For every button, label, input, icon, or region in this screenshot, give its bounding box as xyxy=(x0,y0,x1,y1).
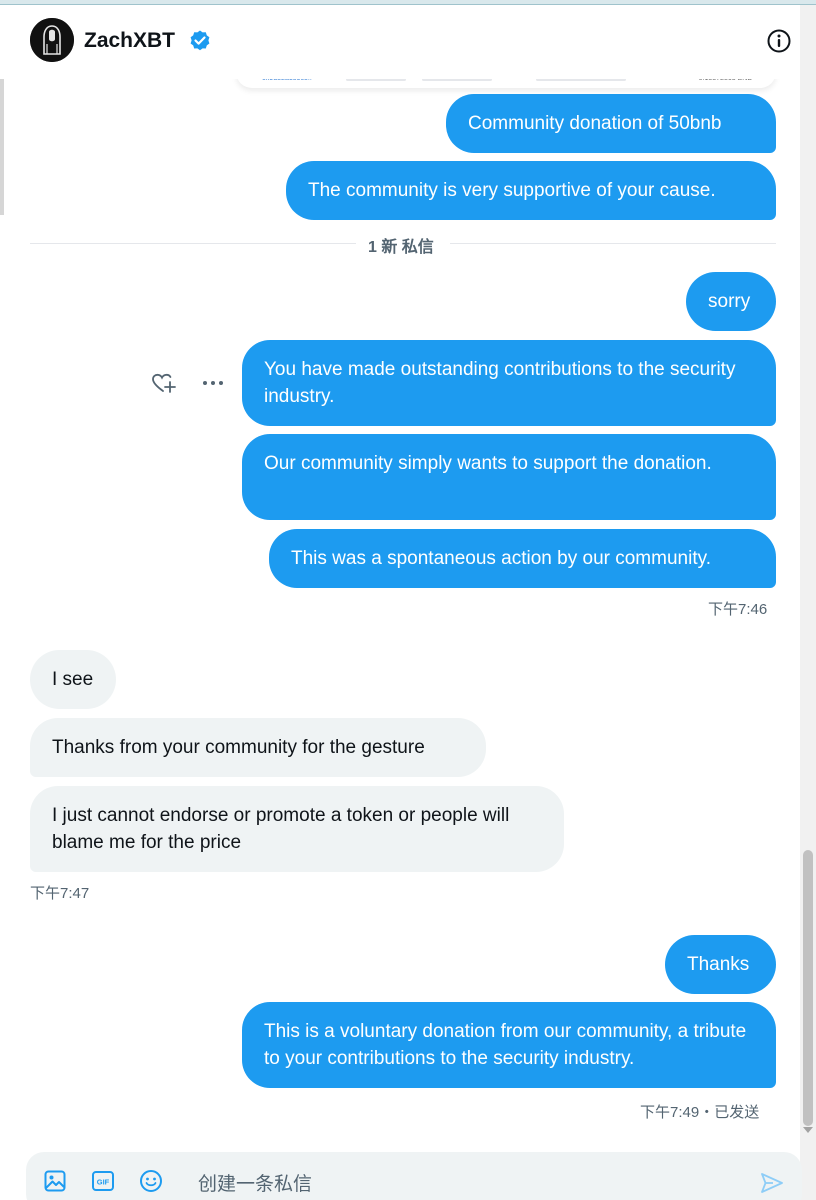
gif-icon[interactable]: GIF xyxy=(90,1168,116,1194)
message-input[interactable]: 创建一条私信 xyxy=(198,1169,312,1196)
image-icon[interactable] xyxy=(42,1168,68,1194)
message-outgoing[interactable]: This is a voluntary donation from our co… xyxy=(242,1002,776,1088)
divider-line xyxy=(30,243,356,244)
message-incoming[interactable]: I just cannot endorse or promote a token… xyxy=(30,786,564,872)
message-text: Community donation of 50bnb xyxy=(468,113,722,134)
message-text: You have made outstanding contributions … xyxy=(264,359,736,407)
message-text: The community is very supportive of your… xyxy=(308,180,716,201)
message-text: I just cannot endorse or promote a token… xyxy=(52,805,510,853)
message-outgoing[interactable]: The community is very supportive of your… xyxy=(286,161,776,220)
message-outgoing[interactable]: sorry xyxy=(686,272,776,331)
scroll-down-arrow-icon[interactable] xyxy=(803,1127,813,1133)
message-outgoing[interactable]: Thanks xyxy=(665,935,776,994)
message-timestamp: 下午7:46 xyxy=(708,601,768,618)
message-text: Thanks xyxy=(687,954,750,975)
message-timestamp: 下午7:47 xyxy=(30,885,90,902)
verified-badge-icon xyxy=(190,30,210,51)
more-options-icon[interactable] xyxy=(200,372,226,394)
message-outgoing[interactable]: Our community simply wants to support th… xyxy=(242,434,776,520)
message-text: This is a voluntary donation from our co… xyxy=(264,1021,747,1069)
svg-text:GIF: GIF xyxy=(97,1178,110,1187)
message-text: I see xyxy=(52,669,94,690)
ghost-figure-avatar-icon xyxy=(30,18,74,62)
message-text: Our community simply wants to support th… xyxy=(264,453,712,474)
message-timestamp-sent: 下午7:49・已发送 xyxy=(640,1104,760,1121)
add-reaction-icon[interactable] xyxy=(150,370,176,396)
message-outgoing[interactable]: Community donation of 50bnb xyxy=(446,94,776,153)
scrollbar-thumb[interactable] xyxy=(803,850,813,1126)
emoji-icon[interactable] xyxy=(138,1168,164,1194)
avatar[interactable] xyxy=(30,18,74,62)
message-text: sorry xyxy=(708,291,751,312)
message-outgoing[interactable]: You have made outstanding contributions … xyxy=(242,340,776,426)
message-outgoing[interactable]: This was a spontaneous action by our com… xyxy=(269,529,776,588)
info-icon[interactable] xyxy=(766,28,792,54)
message-composer: GIF 创建一条私信 xyxy=(26,1152,802,1200)
conversation-header: ZachXBT xyxy=(0,5,800,79)
divider-line xyxy=(450,243,776,244)
message-text: Thanks from your community for the gestu… xyxy=(52,737,425,758)
message-incoming[interactable]: Thanks from your community for the gestu… xyxy=(30,718,486,777)
message-incoming[interactable]: I see xyxy=(30,650,116,709)
contact-name[interactable]: ZachXBT xyxy=(84,29,175,53)
send-icon[interactable] xyxy=(759,1170,785,1196)
new-messages-divider: 1 新 私信 xyxy=(366,233,436,257)
message-text: This was a spontaneous action by our com… xyxy=(291,548,711,569)
